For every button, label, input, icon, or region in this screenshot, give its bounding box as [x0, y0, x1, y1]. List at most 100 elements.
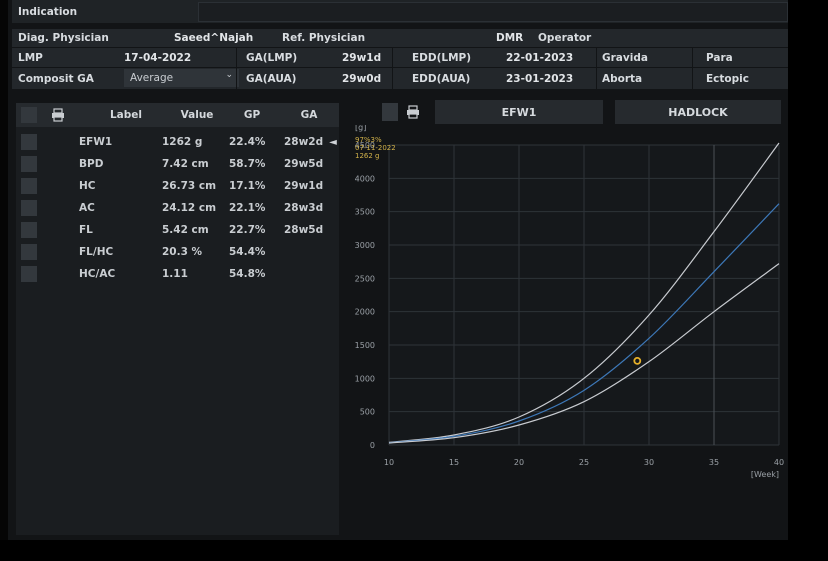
- para-label: Para: [706, 51, 733, 64]
- select-all-checkbox[interactable]: [21, 107, 37, 123]
- row-checkbox[interactable]: [21, 222, 37, 238]
- table-row[interactable]: HC 26.73 cm 17.1% 29w1d: [16, 175, 339, 197]
- composit-ga-select[interactable]: Average ⌄: [124, 69, 239, 87]
- table-row[interactable]: BPD 7.42 cm 58.7% 29w5d: [16, 153, 339, 175]
- row-value: 24.12 cm: [162, 197, 216, 219]
- x-axis-unit: [Week]: [751, 470, 779, 479]
- bottom-bar: [0, 540, 828, 561]
- method-select-button[interactable]: HADLOCK: [615, 100, 781, 124]
- row-value-text: 7.42 cm: [162, 158, 209, 170]
- y-tick-label: 1000: [355, 374, 375, 383]
- row-checkbox[interactable]: [21, 156, 37, 172]
- row-value: 5.42 cm: [162, 219, 209, 241]
- ga-lmp-value: 29w1d: [342, 51, 382, 64]
- row-value: 20.3 %: [162, 241, 202, 263]
- row-gp-text: 22.4%: [229, 136, 266, 148]
- row-ga-text: 28w3d: [284, 202, 324, 214]
- y-tick-label: 4000: [355, 174, 375, 183]
- row-value: 1.11: [162, 263, 188, 285]
- chart-print-icon[interactable]: [406, 105, 420, 119]
- aborta-label: Aborta: [602, 72, 643, 85]
- row-value-text: 26.73 cm: [162, 180, 217, 192]
- measurement-table: Label Value GP GA EFW1 1262 g 22.4% 28w2d ◄ B…: [16, 103, 339, 535]
- y-tick-label: 2500: [355, 274, 375, 283]
- row-gp: 22.1%: [229, 197, 265, 219]
- edd-lmp-label: EDD(LMP): [412, 51, 472, 64]
- x-tick-label: 30: [644, 458, 654, 467]
- table-row[interactable]: AC 24.12 cm 22.1% 28w3d: [16, 197, 339, 219]
- row-label-text: HC/AC: [79, 268, 116, 280]
- row-value-text: 1.11: [162, 268, 188, 280]
- selected-arrow-icon: ◄: [329, 136, 337, 148]
- row-checkbox[interactable]: [21, 134, 37, 150]
- row-label: HC/AC: [79, 263, 115, 285]
- column-header-label: Label: [109, 109, 142, 121]
- row-checkbox[interactable]: [21, 178, 37, 194]
- growth-chart: 10 15 20 25 30 35 40 0 500 1000 1500 2000 2500 3000 35…: [355, 125, 784, 479]
- row-value-text: 20.3 %: [162, 246, 203, 258]
- row-gp-text: 22.1%: [229, 202, 266, 214]
- chart-annotation-line: 1262 g: [355, 152, 379, 160]
- measure-select-button[interactable]: EFW1: [435, 100, 603, 124]
- y-tick-label: 1500: [355, 341, 375, 350]
- table-row[interactable]: FL 5.42 cm 22.7% 28w5d: [16, 219, 339, 241]
- gravida-label: Gravida: [602, 51, 648, 64]
- right-edge: [788, 0, 828, 540]
- row-checkbox[interactable]: [21, 244, 37, 260]
- row-ga-text: 28w5d: [284, 224, 324, 236]
- row-ga: 28w3d: [284, 197, 323, 219]
- row-gp-text: 17.1%: [229, 180, 266, 192]
- lmp-value: 17-04-2022: [124, 51, 192, 64]
- row-label: BPD: [79, 153, 103, 175]
- row-checkbox[interactable]: [21, 266, 37, 282]
- row-label-text: FL/HC: [79, 246, 114, 258]
- edd-lmp-value: 22-01-2023: [506, 51, 574, 64]
- row-label: AC: [79, 197, 95, 219]
- row-label-text: AC: [79, 202, 95, 214]
- indication-input[interactable]: [198, 2, 788, 22]
- operator-label: Operator: [538, 32, 592, 44]
- row-label: EFW1: [79, 131, 112, 153]
- row-label-text: HC: [79, 180, 96, 192]
- row-ga-text: 29w1d: [284, 180, 324, 192]
- chart-checkbox[interactable]: [382, 103, 398, 121]
- ga-aua-value: 29w0d: [342, 72, 382, 85]
- table-row[interactable]: FL/HC 20.3 % 54.4%: [16, 241, 339, 263]
- y-tick-label: 500: [360, 408, 375, 417]
- chart-annotation-line: 97%3%: [355, 136, 382, 144]
- row-label-text: EFW1: [79, 136, 113, 148]
- row-label-text: BPD: [79, 158, 104, 170]
- ref-physician-label: Ref. Physician: [282, 32, 366, 44]
- y-tick-label: 3500: [355, 208, 375, 217]
- diag-physician-label: Diag. Physician: [18, 32, 109, 44]
- lmp-row: LMP 17-04-2022 GA(LMP) 29w1d EDD(LMP) 22…: [12, 48, 788, 67]
- y-tick-label: 3000: [355, 241, 375, 250]
- column-header-value: Value: [180, 109, 214, 121]
- row-value-text: 1262 g: [162, 136, 203, 148]
- table-row[interactable]: EFW1 1262 g 22.4% 28w2d ◄: [16, 131, 339, 153]
- x-tick-label: 15: [449, 458, 459, 467]
- column-header-ga: GA: [300, 109, 318, 121]
- ectopic-label: Ectopic: [706, 72, 749, 85]
- composit-ga-label: Composit GA: [18, 72, 94, 85]
- x-tick-label: 10: [384, 458, 394, 467]
- row-ga-text: 29w5d: [284, 158, 324, 170]
- row-gp: 22.7%: [229, 219, 265, 241]
- lmp-label: LMP: [18, 51, 43, 64]
- x-tick-label: 40: [774, 458, 784, 467]
- indication-label: Indication: [18, 5, 78, 18]
- row-checkbox[interactable]: [21, 200, 37, 216]
- row-value-text: 24.12 cm: [162, 202, 217, 214]
- print-icon[interactable]: [51, 108, 65, 122]
- row-gp: 54.8%: [229, 263, 265, 285]
- row-gp-text: 54.4%: [229, 246, 266, 258]
- y-tick-label: 2000: [355, 308, 375, 317]
- table-row[interactable]: HC/AC 1.11 54.8%: [16, 263, 339, 285]
- composit-ga-row: Composit GA Average ⌄ GA(AUA) 29w0d EDD(…: [12, 68, 788, 89]
- x-tick-label: 35: [709, 458, 719, 467]
- growth-chart-panel: EFW1 HADLOCK 10 15 20 25 30 35 40 0 500 1000 1500 2…: [349, 100, 788, 535]
- diag-physician-value: Saeed^Najah: [174, 32, 254, 44]
- row-value: 7.42 cm: [162, 153, 209, 175]
- table-header: Label Value GP GA: [16, 103, 339, 127]
- row-label: FL: [79, 219, 93, 241]
